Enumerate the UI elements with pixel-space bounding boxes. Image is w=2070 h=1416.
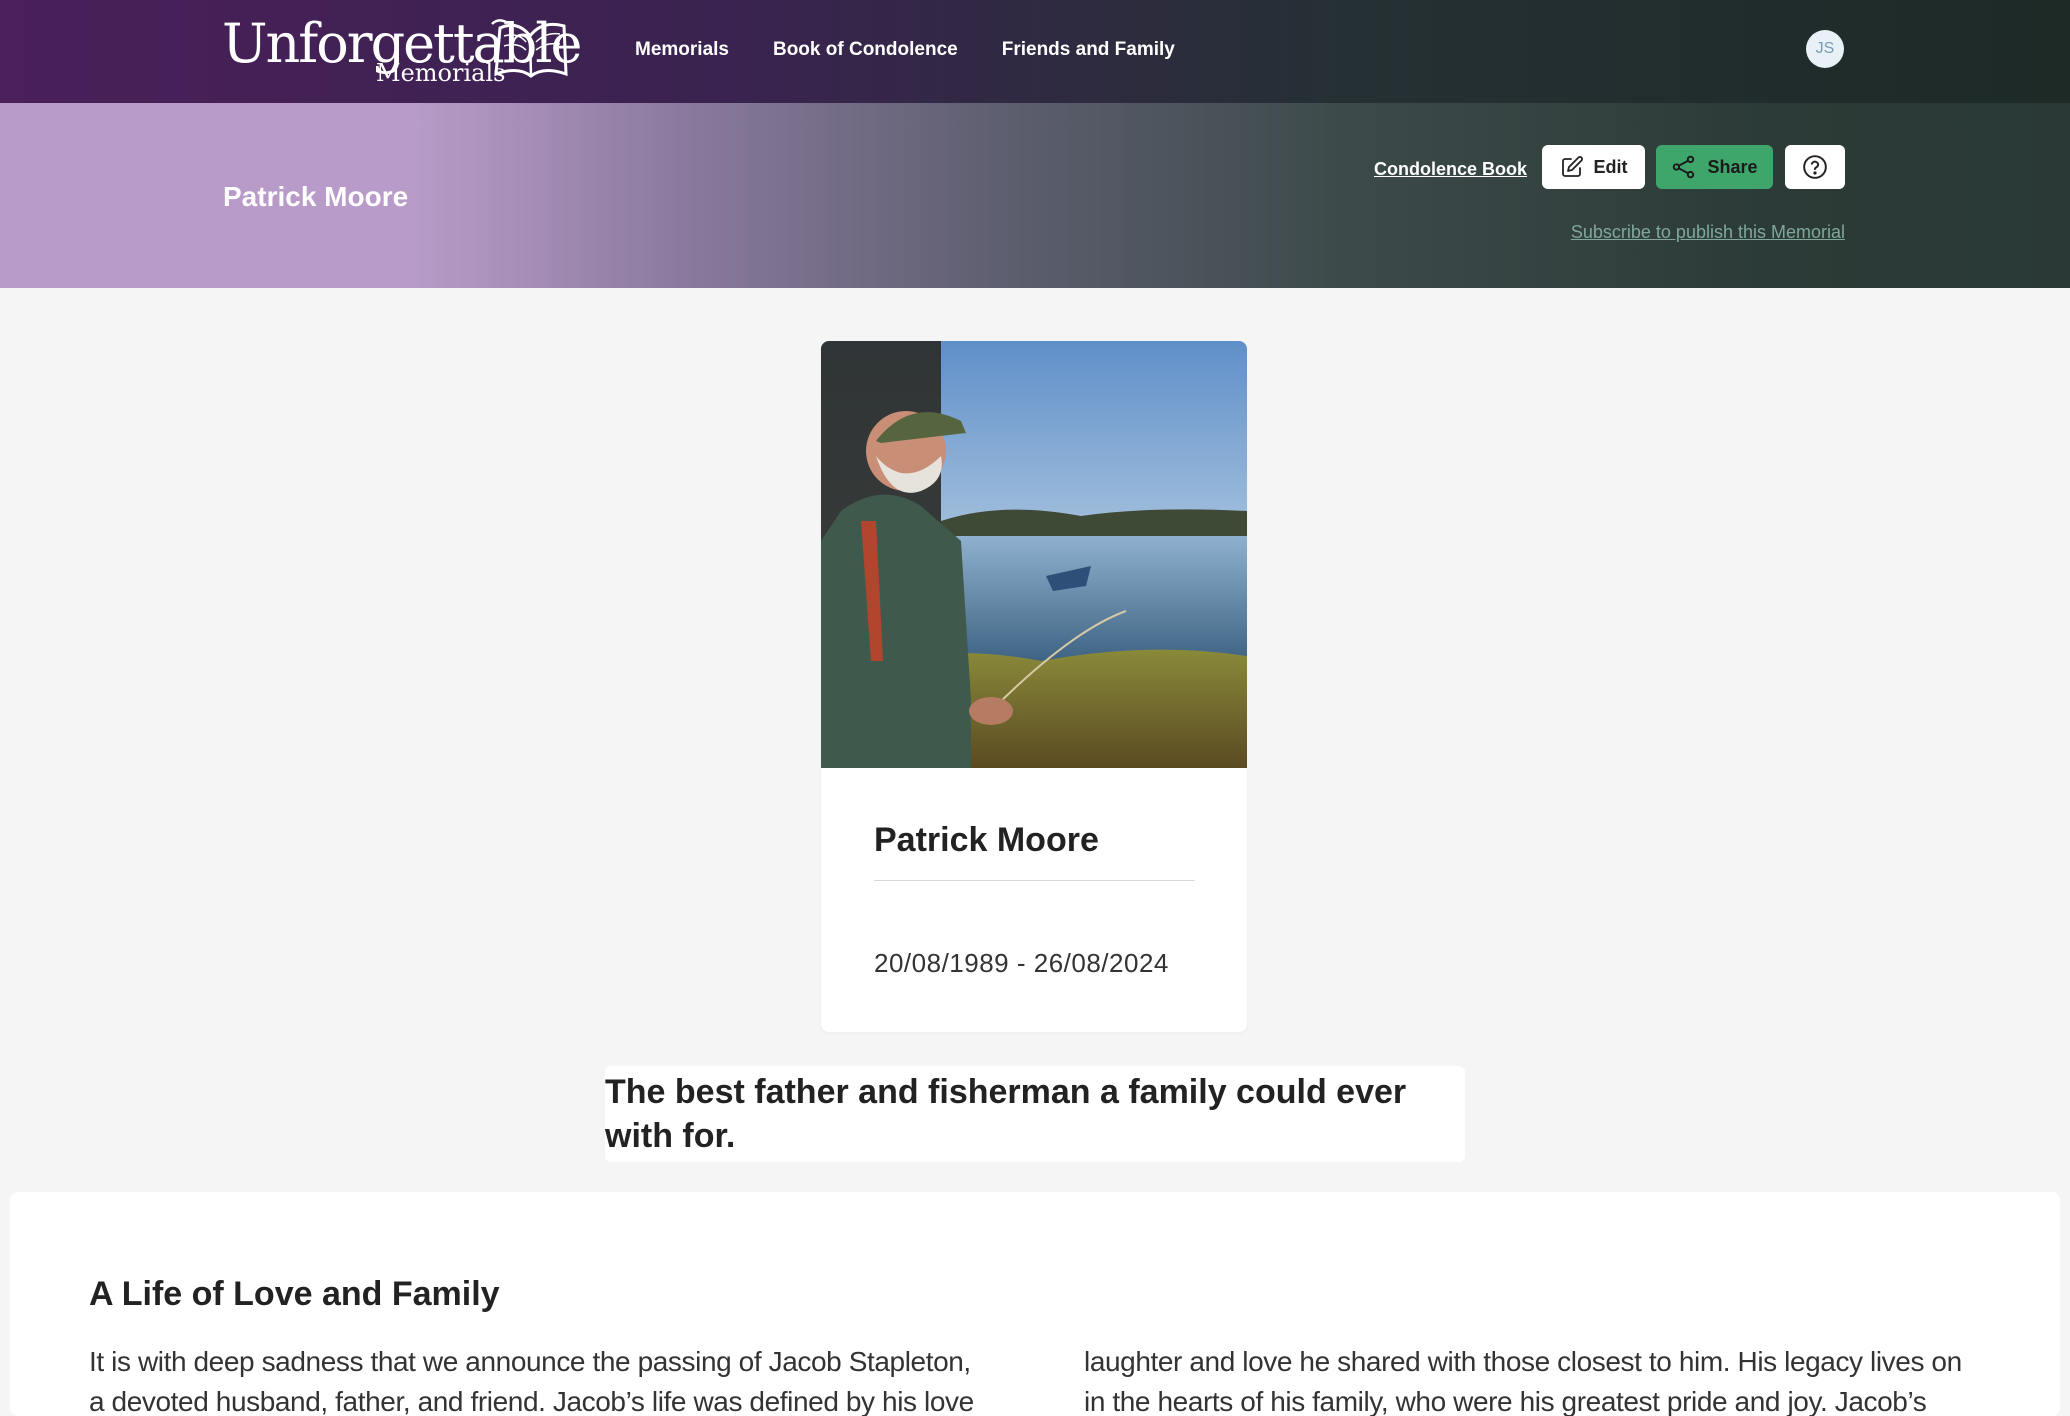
page-title: Patrick Moore — [223, 181, 409, 212]
condolence-book-link[interactable]: Condolence Book — [1374, 153, 1527, 185]
pencil-square-icon — [1561, 156, 1583, 177]
story-text-right-column: laughter and love he shared with those c… — [1084, 1346, 1962, 1416]
open-book-icon — [491, 19, 568, 78]
share-button-label: Share — [1707, 156, 1758, 177]
help-button[interactable] — [1785, 145, 1845, 189]
life-dates: 20/08/1989 - 26/08/2024 — [874, 948, 1169, 978]
memorial-photo — [821, 341, 1247, 768]
profile-card: Patrick Moore 20/08/1989 - 26/08/2024 — [821, 341, 1247, 1032]
story-title: A Life of Love and Family — [89, 1275, 500, 1313]
nav-item-memorials[interactable]: Memorials — [635, 34, 729, 66]
epitaph-box: The best father and fisherman a family c… — [605, 1066, 1465, 1162]
share-nodes-icon — [1673, 155, 1695, 179]
top-navigation: Unforgettable Memorials Memorials Book o… — [0, 0, 2070, 103]
share-button[interactable]: Share — [1656, 145, 1773, 189]
user-avatar[interactable]: JS — [1806, 30, 1844, 68]
subscribe-to-publish-link[interactable]: Subscribe to publish this Memorial — [1571, 216, 1845, 248]
brand-logo[interactable]: Unforgettable Memorials — [222, 14, 583, 87]
edit-button-label: Edit — [1593, 156, 1628, 177]
name-divider — [874, 880, 1195, 881]
main-nav: Memorials Book of Condolence Friends and… — [635, 34, 1175, 66]
deceased-name: Patrick Moore — [874, 821, 1099, 859]
nav-item-friends-and-family[interactable]: Friends and Family — [1002, 34, 1175, 66]
logo-subtitle: Memorials — [376, 59, 506, 87]
story-text-left-column: It is with deep sadness that we announce… — [89, 1346, 974, 1416]
epitaph-text: The best father and fisherman a family c… — [605, 1073, 1407, 1155]
question-circle-icon — [1803, 155, 1827, 179]
life-story-section: A Life of Love and Family It is with dee… — [10, 1192, 2060, 1416]
edit-button[interactable]: Edit — [1542, 145, 1645, 189]
memorial-header-banner: Patrick Moore Condolence Book Edit Share… — [0, 103, 2070, 288]
nav-item-book-of-condolence[interactable]: Book of Condolence — [773, 34, 958, 66]
